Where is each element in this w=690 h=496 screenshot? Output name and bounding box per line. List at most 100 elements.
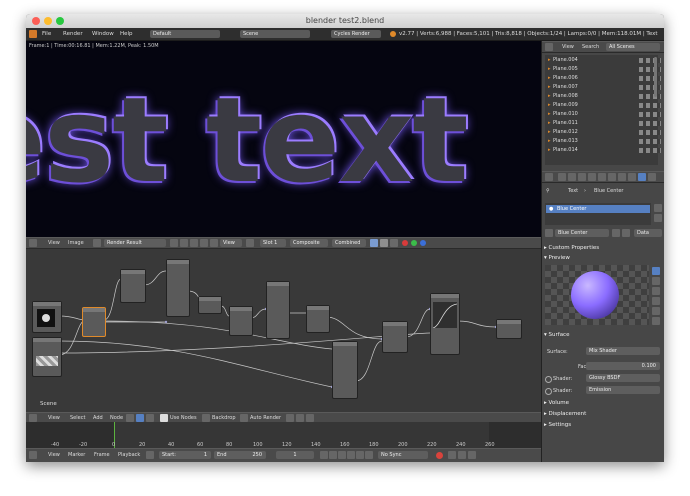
rgb-curves-node[interactable] (430, 293, 460, 355)
tools-icon[interactable] (180, 239, 188, 247)
preview-plane-icon[interactable] (652, 277, 660, 285)
color-alpha-icon[interactable] (370, 239, 378, 247)
visibility-toggles[interactable] (639, 139, 661, 144)
curve-graph[interactable] (433, 302, 457, 328)
composite-output-node[interactable] (496, 319, 522, 339)
visibility-toggles[interactable] (639, 58, 661, 63)
jump-end-icon[interactable] (365, 451, 373, 459)
outliner-item[interactable]: ▸ Plane.005 (548, 66, 661, 73)
layer-dropdown[interactable]: Composite (290, 239, 328, 247)
world-tab-icon[interactable] (588, 173, 596, 181)
shader-socket-icon[interactable] (545, 376, 552, 383)
menu-window[interactable]: Window (92, 31, 114, 37)
outliner-item[interactable]: ▸ Plane.014 (548, 147, 661, 154)
outliner-item[interactable]: ▸ Plane.010 (548, 111, 661, 118)
menu-frame[interactable]: Frame (94, 452, 110, 458)
keying-set-icon[interactable] (448, 451, 456, 459)
data-tab-icon[interactable] (628, 173, 636, 181)
compositor-node-editor[interactable]: Scene (26, 249, 541, 412)
outliner-item[interactable]: ▸ Plane.012 (548, 129, 661, 136)
menu-playback[interactable]: Playback (118, 452, 140, 458)
visibility-toggles[interactable] (639, 130, 661, 135)
visibility-toggles[interactable] (639, 121, 661, 126)
blue-channel-icon[interactable] (420, 240, 426, 246)
visibility-toggles[interactable] (639, 103, 661, 108)
outliner-list[interactable]: ▸ Plane.004 ▸ Plane.005 ▸ Plane.006 ▸ Plane.… (545, 55, 661, 165)
menu-select[interactable]: Select (70, 415, 85, 421)
color-balance-node[interactable] (266, 281, 290, 339)
paste-icon[interactable] (306, 414, 314, 422)
modifiers-tab-icon[interactable] (618, 173, 626, 181)
preview-monkey-icon[interactable] (652, 297, 660, 305)
image-input-node[interactable] (32, 337, 62, 377)
view-dropdown[interactable]: View (220, 239, 242, 247)
menu-marker[interactable]: Marker (68, 452, 85, 458)
prev-keyframe-icon[interactable] (329, 451, 337, 459)
menu-add[interactable]: Add (93, 415, 103, 421)
play-reverse-icon[interactable] (338, 451, 346, 459)
menu-node[interactable]: Node (110, 415, 123, 421)
texture-nodes-icon[interactable] (146, 414, 154, 422)
pin-icon[interactable] (170, 239, 178, 247)
surface-panel[interactable]: ▾ Surface (544, 331, 663, 340)
fac-slider[interactable]: 0.100 (586, 362, 660, 370)
editor-type-icon[interactable] (29, 239, 37, 247)
visibility-toggles[interactable] (639, 76, 661, 81)
pass-dropdown[interactable]: Combined (332, 239, 366, 247)
remove-slot-icon[interactable] (654, 214, 662, 222)
settings-panel[interactable]: ▸ Settings (544, 421, 663, 430)
editor-type-icon[interactable] (29, 414, 37, 422)
insert-keyframe-icon[interactable] (458, 451, 466, 459)
next-keyframe-icon[interactable] (356, 451, 364, 459)
z-buffer-icon[interactable] (390, 239, 398, 247)
render-layers-tab-icon[interactable] (568, 173, 576, 181)
outliner-item[interactable]: ▸ Plane.007 (548, 84, 661, 91)
visibility-toggles[interactable] (639, 94, 661, 99)
view-mode-icon[interactable] (190, 239, 198, 247)
visibility-toggles[interactable] (639, 112, 661, 117)
outliner-item[interactable]: ▸ Plane.011 (548, 120, 661, 127)
editor-type-icon[interactable] (29, 30, 37, 38)
render-tab-icon[interactable] (558, 173, 566, 181)
menu-search[interactable]: Search (582, 44, 599, 50)
preview-panel[interactable]: ▾ Preview (544, 254, 663, 263)
scope-icon[interactable] (246, 239, 254, 247)
outliner-item[interactable]: ▸ Plane.006 (548, 75, 661, 82)
object-tab-icon[interactable] (598, 173, 606, 181)
fake-user-icon[interactable] (612, 229, 620, 237)
scene-tab-icon[interactable] (578, 173, 586, 181)
mix-node-2[interactable] (306, 305, 330, 333)
display-mode-dropdown[interactable]: All Scenes (606, 43, 660, 51)
image-name-field[interactable]: Render Result (104, 239, 166, 247)
shader2-dropdown[interactable]: Emission (586, 386, 660, 394)
snap-icon[interactable] (286, 414, 294, 422)
scene-selector[interactable]: Scene (240, 30, 310, 38)
menu-view[interactable]: View (48, 240, 60, 246)
layout-selector[interactable]: Default (150, 30, 220, 38)
menu-help[interactable]: Help (120, 31, 133, 37)
visibility-toggles[interactable] (639, 85, 661, 90)
timeline-area[interactable]: -40 -20 0 20 40 60 80 100 120 140 160 18… (26, 422, 541, 448)
visibility-toggles[interactable] (639, 67, 661, 72)
outliner-item[interactable]: ▸ Plane.013 (548, 138, 661, 145)
material-name-field[interactable]: Blue Center (555, 229, 609, 237)
preview-sphere-icon[interactable] (652, 267, 660, 275)
shader-nodes-icon[interactable] (126, 414, 134, 422)
add-slot-icon[interactable] (654, 204, 662, 212)
menu-file[interactable]: File (42, 31, 51, 37)
menu-view[interactable]: View (48, 452, 60, 458)
glare-node[interactable] (166, 259, 190, 317)
outliner-item[interactable]: ▸ Plane.009 (548, 102, 661, 109)
image-browse-icon[interactable] (93, 239, 101, 247)
material-slot-row[interactable]: ● Blue Center (546, 205, 650, 213)
sync-mode-dropdown[interactable]: No Sync (378, 451, 428, 459)
start-frame-field[interactable]: Start: 1 (159, 451, 211, 459)
preview-world-icon[interactable] (652, 317, 660, 325)
render-engine-selector[interactable]: Cycles Render (331, 30, 381, 38)
visibility-toggles[interactable] (639, 148, 661, 153)
preview-cube-icon[interactable] (652, 287, 660, 295)
new-material-icon[interactable] (622, 229, 630, 237)
surface-shader-dropdown[interactable]: Mix Shader (586, 347, 660, 355)
mix-node[interactable] (198, 296, 222, 314)
alpha-over-node[interactable] (229, 306, 253, 336)
